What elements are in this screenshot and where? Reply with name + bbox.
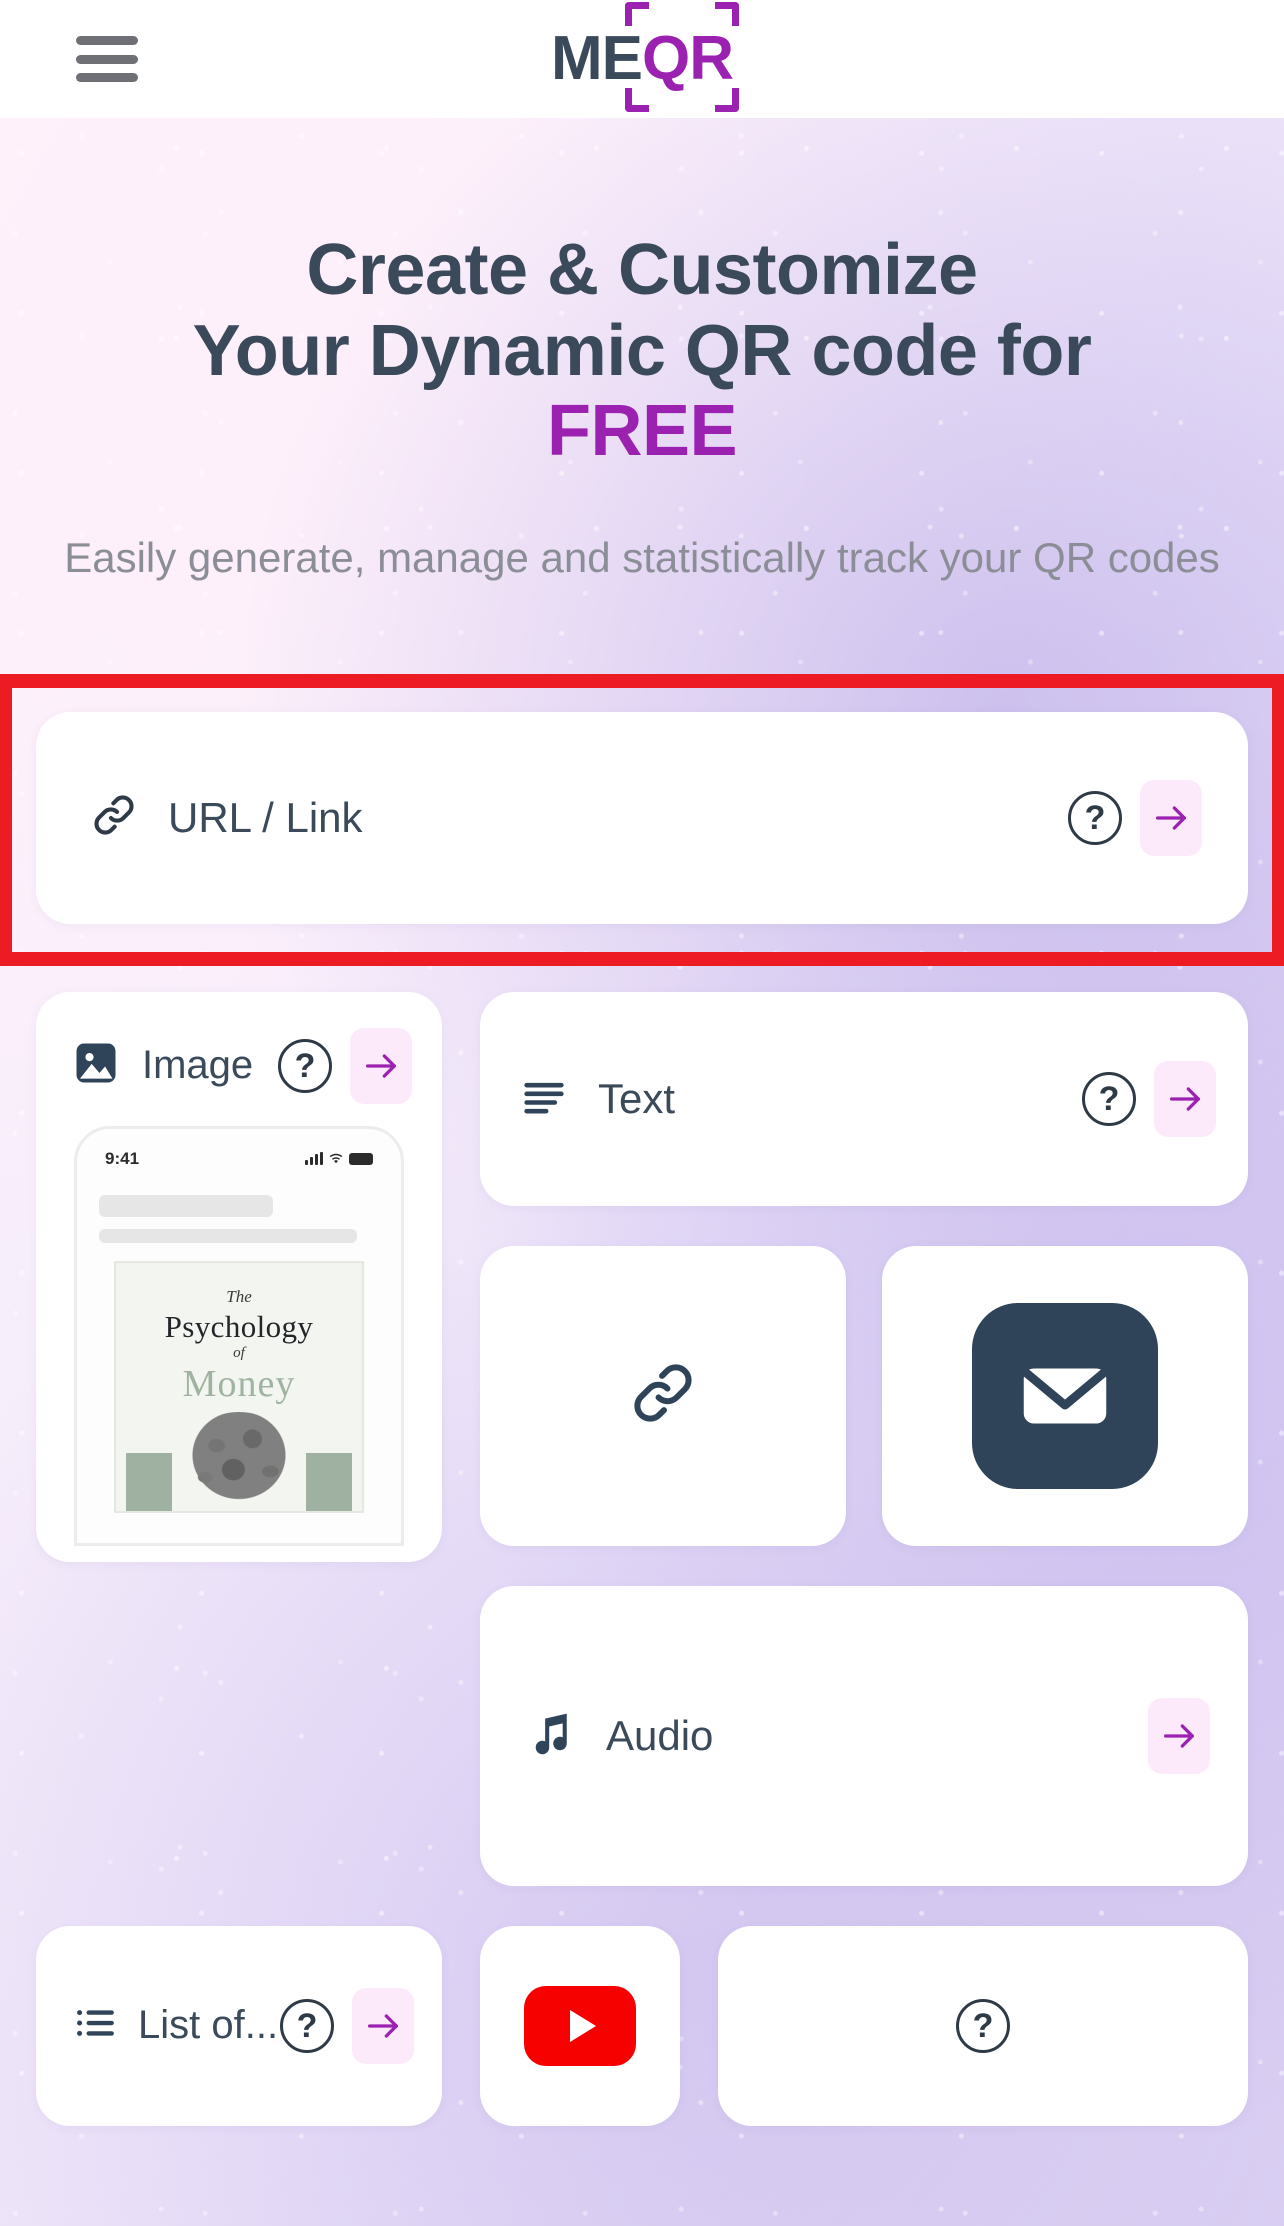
url-card-highlight-band: URL / Link ? (0, 673, 1284, 966)
qr-bracket-bottom-left-icon (625, 88, 649, 112)
help-question-icon[interactable]: ? (278, 1038, 332, 1093)
youtube-play-icon (524, 1985, 636, 2066)
book-cover-preview: The Psychology of Money (114, 1260, 364, 1513)
logo-text-qr: QR (642, 24, 734, 93)
headline-free: FREE (546, 391, 738, 472)
skeleton-line (99, 1194, 273, 1217)
help-question-icon[interactable]: ? (1082, 1071, 1136, 1126)
qr-type-label-text: Text (598, 1074, 676, 1122)
book-base-block (126, 1452, 172, 1511)
skeleton-line (99, 1228, 357, 1243)
envelope-mail-icon (972, 1302, 1158, 1489)
book-cover-the: The (226, 1286, 252, 1306)
headline-line-2: Your Dynamic QR code for (192, 310, 1092, 391)
qr-type-card-audio[interactable]: Audio (480, 1585, 1248, 1886)
phone-status-indicators (305, 1152, 373, 1165)
text-card-right: ? (1082, 1060, 1216, 1137)
link-chain-icon (625, 1355, 701, 1436)
text-card-left: Text (518, 1070, 1082, 1127)
audio-card-arrow-button[interactable] (1148, 1697, 1210, 1774)
hamburger-bar (76, 36, 138, 45)
qr-type-label-audio: Audio (606, 1711, 714, 1759)
page-root: ME QR Create & Customize Your Dynamic QR… (0, 0, 1284, 2226)
phone-status-bar: 9:41 (99, 1149, 379, 1169)
url-card-arrow-button[interactable] (1140, 779, 1202, 856)
list-card-right: ? (280, 1987, 414, 2064)
help-question-icon[interactable]: ? (1068, 790, 1122, 845)
battery-icon (349, 1152, 373, 1165)
hero-subtitle: Easily generate, manage and statisticall… (64, 533, 1220, 581)
play-triangle (570, 2009, 596, 2042)
help-question-icon[interactable]: ? (956, 1998, 1010, 2053)
qr-bracket-top-left-icon (625, 2, 649, 26)
grid-column-left: Image ? 9:41 The Psychology of Money (36, 991, 442, 1886)
book-cover-subject: Money (182, 1362, 296, 1405)
page-title: Create & Customize Your Dynamic QR code … (0, 230, 1284, 472)
image-card-header: Image ? (36, 992, 442, 1104)
hamburger-bar (76, 54, 138, 64)
music-note-icon (524, 1706, 578, 1765)
qr-type-tile-link[interactable] (480, 1245, 846, 1546)
headline-line-1: Create & Customize (306, 230, 978, 310)
qr-type-tile-youtube[interactable] (480, 1925, 680, 2126)
phone-skeleton-lines (99, 1194, 379, 1243)
grid-column-right: Text ? Audio (480, 991, 1248, 1886)
list-card-left: List of... (70, 1998, 278, 2053)
qr-type-label-image: Image (142, 1043, 254, 1087)
qr-type-tile-email[interactable] (882, 1245, 1248, 1546)
qr-type-tile-misc[interactable]: ? (718, 1925, 1248, 2126)
hamburger-bar (76, 73, 138, 82)
book-base-block (306, 1452, 352, 1511)
url-card-left: URL / Link (88, 789, 1068, 846)
qr-bracket-top-right-icon (715, 2, 739, 26)
meqr-logo-wordmark: ME QR (551, 2, 739, 112)
hero-section: Create & Customize Your Dynamic QR code … (0, 118, 1284, 588)
text-card-arrow-button[interactable] (1154, 1060, 1216, 1137)
audio-card-right (1148, 1697, 1210, 1774)
image-card-arrow-button[interactable] (350, 1027, 412, 1104)
hamburger-menu-icon[interactable] (76, 36, 138, 82)
wifi-icon (329, 1153, 343, 1164)
text-lines-icon (518, 1070, 570, 1127)
image-card-left: Image (70, 1037, 262, 1094)
help-question-icon[interactable]: ? (280, 1998, 334, 2053)
app-header: ME QR (0, 0, 1284, 118)
bottom-partial-row: List of... ? ? (0, 1886, 1284, 2126)
qr-type-card-list[interactable]: List of... ? (36, 1925, 442, 2126)
list-icon (70, 1998, 120, 2053)
qr-type-label-url: URL / Link (168, 793, 363, 841)
square-tile-row (480, 1245, 1248, 1546)
book-cover-title: Psychology (164, 1308, 314, 1344)
url-card-right: ? (1068, 779, 1202, 856)
qr-type-label-list: List of... (138, 2003, 279, 2047)
image-card-right: ? (278, 1027, 412, 1104)
logo-text-me: ME (551, 24, 643, 93)
qr-type-card-url[interactable]: URL / Link ? (36, 711, 1248, 924)
qr-type-card-text[interactable]: Text ? (480, 991, 1248, 1206)
signal-bars-icon (305, 1152, 323, 1165)
qr-type-grid: Image ? 9:41 The Psychology of Money Tex… (0, 966, 1284, 1886)
book-base-blocks (116, 1452, 362, 1511)
phone-status-time: 9:41 (105, 1148, 140, 1168)
page-content: ME QR Create & Customize Your Dynamic QR… (0, 0, 1284, 2126)
image-picture-icon (70, 1037, 122, 1094)
qr-type-card-image[interactable]: Image ? 9:41 The Psychology of Money (36, 991, 442, 1562)
link-chain-icon (88, 789, 140, 846)
audio-card-left: Audio (524, 1706, 1148, 1765)
image-preview-phone-mock: 9:41 The Psychology of Money (74, 1125, 404, 1546)
book-cover-of: of (233, 1344, 245, 1361)
qr-bracket-bottom-right-icon (715, 88, 739, 112)
list-card-arrow-button[interactable] (352, 1987, 414, 2064)
meqr-logo[interactable]: ME QR (551, 2, 739, 112)
